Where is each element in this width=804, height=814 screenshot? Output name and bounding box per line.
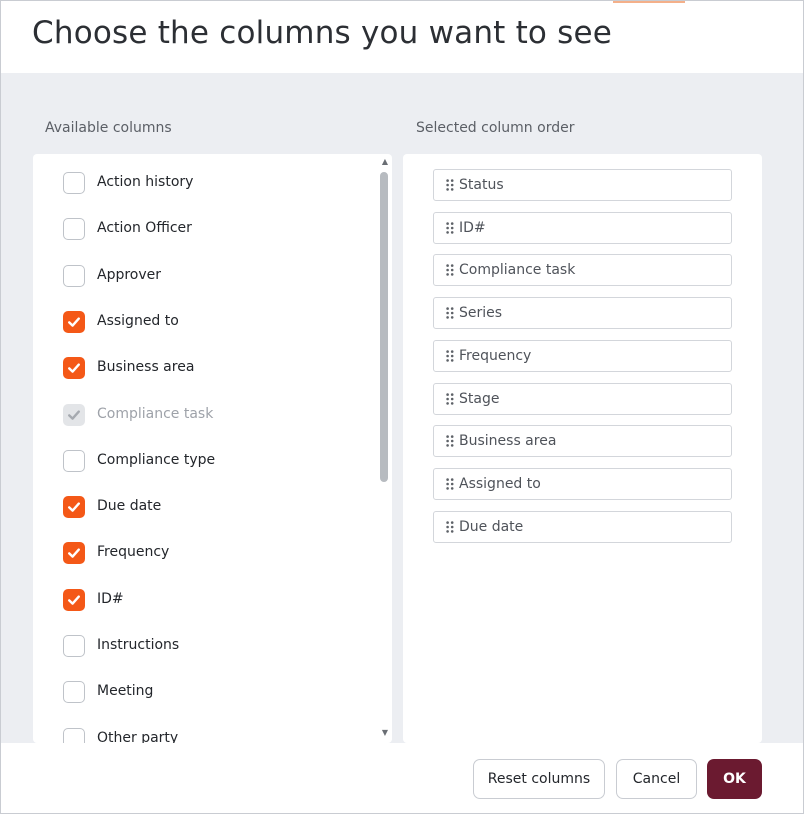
- column-option[interactable]: Business area: [33, 353, 378, 393]
- selected-columns-panel: Status ID# Compliance task Series Frequency S…: [403, 154, 762, 743]
- column-option-label: Assigned to: [97, 312, 179, 329]
- column-option[interactable]: Other party: [33, 724, 378, 743]
- column-option-label: ID#: [97, 590, 124, 607]
- selected-column-label: Compliance task: [459, 262, 576, 279]
- column-checkbox[interactable]: [63, 449, 85, 472]
- column-checkbox[interactable]: [63, 264, 85, 287]
- available-columns-panel: Action history Action Officer Approver Assi…: [33, 154, 392, 743]
- dialog-header: Choose the columns you want to see: [1, 1, 803, 73]
- dialog-title: Choose the columns you want to see: [32, 15, 613, 51]
- column-option[interactable]: Compliance type: [33, 446, 378, 486]
- drag-handle-icon[interactable]: [446, 520, 454, 533]
- column-option-label: Compliance type: [97, 451, 216, 468]
- selected-column-label: Stage: [459, 390, 500, 407]
- selected-column-item[interactable]: Series: [433, 297, 732, 330]
- check-icon: [68, 595, 80, 605]
- drag-handle-icon[interactable]: [446, 435, 454, 447]
- column-checkbox[interactable]: [63, 727, 85, 743]
- selected-column-order-label: Selected column order: [416, 120, 575, 136]
- selected-column-label: Due date: [459, 518, 524, 535]
- column-option[interactable]: Frequency: [33, 538, 378, 578]
- column-checkbox[interactable]: [63, 172, 85, 194]
- column-option[interactable]: Action history: [33, 168, 378, 208]
- column-option-label: Business area: [97, 359, 195, 376]
- dialog-footer: Reset columns Cancel OK: [1, 743, 803, 813]
- scroll-up-arrow-icon[interactable]: ▲: [381, 157, 389, 167]
- column-option[interactable]: Approver: [33, 261, 378, 301]
- selected-column-item[interactable]: Due date: [433, 510, 732, 543]
- column-checkbox[interactable]: [63, 218, 85, 241]
- selected-column-label: Series: [459, 305, 503, 322]
- column-option-label: Action Officer: [97, 220, 192, 237]
- column-option-label: Action history: [97, 174, 194, 190]
- column-option-label: Due date: [97, 498, 162, 515]
- check-icon: [68, 409, 80, 420]
- column-checkbox[interactable]: [63, 357, 85, 380]
- drag-handle-icon[interactable]: [446, 392, 454, 405]
- column-checkbox[interactable]: [63, 681, 85, 704]
- header-accent-strip: [613, 1, 685, 3]
- selected-column-label: Business area: [459, 433, 557, 450]
- selected-column-item[interactable]: Status: [433, 169, 732, 201]
- column-option[interactable]: Meeting: [33, 677, 378, 717]
- column-option-label: Frequency: [97, 544, 170, 561]
- available-columns-label: Available columns: [45, 120, 172, 136]
- scrollbar-thumb[interactable]: [380, 172, 388, 482]
- selected-column-label: ID#: [459, 219, 486, 236]
- column-option-label: Compliance task: [97, 405, 214, 422]
- column-chooser-dialog: Choose the columns you want to see Avail…: [0, 0, 804, 814]
- selected-column-item[interactable]: Stage: [433, 382, 732, 415]
- column-option: Compliance task: [33, 400, 378, 440]
- column-checkbox[interactable]: [63, 635, 85, 657]
- selected-column-item[interactable]: Compliance task: [433, 254, 732, 287]
- selected-column-item[interactable]: Business area: [433, 425, 732, 458]
- drag-handle-icon[interactable]: [446, 179, 454, 191]
- column-checkbox[interactable]: [63, 310, 85, 333]
- drag-handle-icon[interactable]: [446, 478, 454, 490]
- column-option[interactable]: ID#: [33, 585, 378, 625]
- column-option-label: Instructions: [97, 637, 180, 653]
- drag-handle-icon[interactable]: [446, 350, 454, 362]
- column-checkbox[interactable]: [63, 542, 85, 565]
- column-checkbox: [63, 403, 85, 426]
- drag-handle-icon[interactable]: [446, 307, 454, 319]
- available-columns-scrollbar[interactable]: ▲ ▼: [378, 154, 392, 743]
- column-option[interactable]: Instructions: [33, 631, 378, 671]
- column-option[interactable]: Action Officer: [33, 214, 378, 254]
- check-icon: [68, 317, 80, 327]
- column-checkbox[interactable]: [63, 496, 85, 519]
- selected-column-item[interactable]: ID#: [433, 211, 732, 244]
- drag-handle-icon[interactable]: [446, 264, 454, 277]
- selected-column-label: Assigned to: [459, 475, 541, 492]
- check-icon: [68, 502, 80, 512]
- check-icon: [68, 363, 80, 373]
- selected-column-item[interactable]: Assigned to: [433, 467, 732, 500]
- column-option-label: Other party: [97, 729, 179, 743]
- ok-button[interactable]: OK: [707, 759, 762, 799]
- column-option[interactable]: Assigned to: [33, 307, 378, 347]
- reset-columns-button[interactable]: Reset columns: [473, 759, 605, 799]
- selected-column-label: Frequency: [459, 347, 532, 364]
- selected-column-label: Status: [459, 177, 504, 193]
- drag-handle-icon[interactable]: [446, 221, 454, 234]
- selected-column-item[interactable]: Frequency: [433, 339, 732, 372]
- check-icon: [68, 548, 80, 559]
- available-columns-list: Action history Action Officer Approver Assi…: [33, 154, 378, 743]
- column-option-label: Meeting: [97, 683, 154, 700]
- column-option-label: Approver: [97, 266, 162, 283]
- cancel-button[interactable]: Cancel: [616, 759, 697, 799]
- column-checkbox[interactable]: [63, 588, 85, 611]
- column-option[interactable]: Due date: [33, 492, 378, 532]
- scroll-down-arrow-icon[interactable]: ▼: [381, 728, 389, 738]
